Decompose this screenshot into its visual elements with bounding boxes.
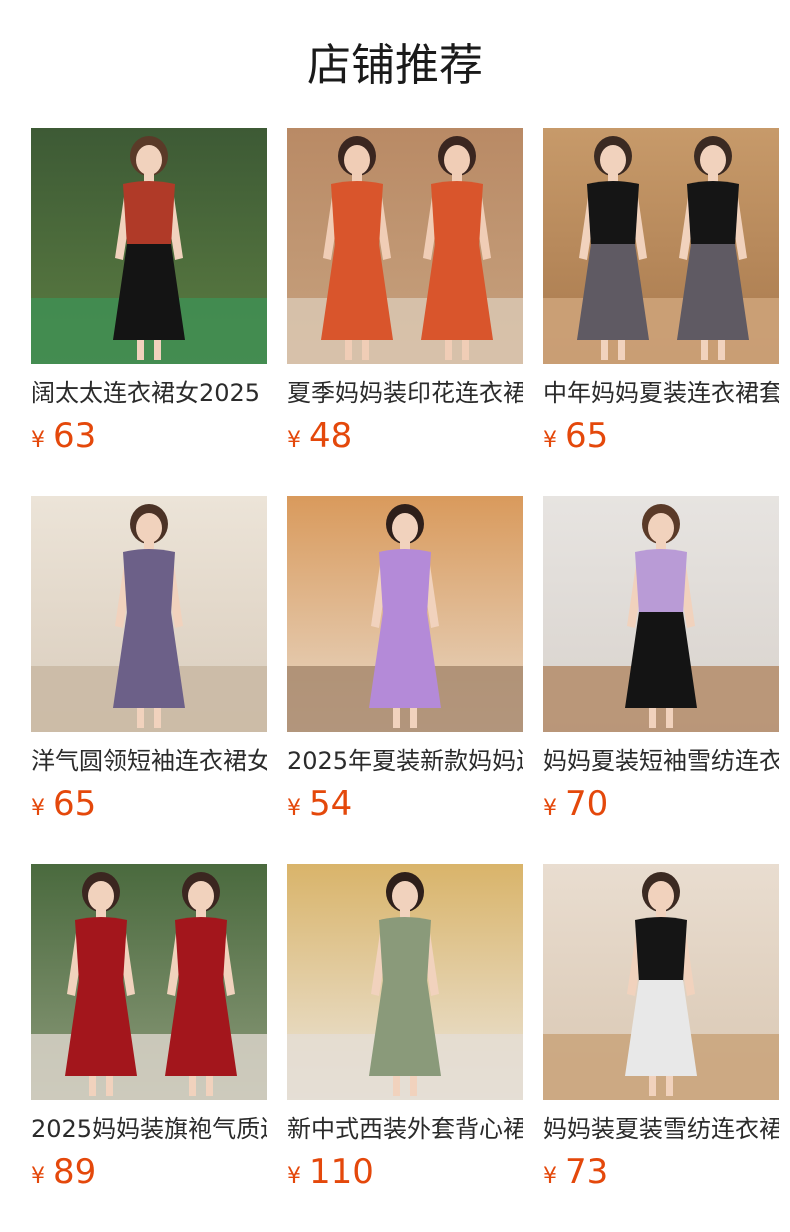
price-amount: 54: [309, 784, 353, 824]
price-amount: 70: [565, 784, 609, 824]
page-title: 店铺推荐: [307, 40, 483, 91]
price-amount: 110: [309, 1152, 374, 1192]
price-amount: 89: [53, 1152, 97, 1192]
price-amount: 65: [53, 784, 97, 824]
product-image[interactable]: [287, 128, 523, 364]
product-photo: [31, 128, 267, 364]
product-image[interactable]: [543, 864, 779, 1100]
product-price: ¥89: [31, 1152, 267, 1192]
currency-symbol: ¥: [287, 428, 301, 453]
product-photo: [543, 128, 779, 364]
currency-symbol: ¥: [287, 1164, 301, 1189]
product-card[interactable]: 中年妈妈夏装连衣裙套装 ¥65: [543, 128, 779, 496]
product-price: ¥65: [543, 416, 779, 456]
product-price: ¥110: [287, 1152, 523, 1192]
product-image[interactable]: [287, 496, 523, 732]
product-card[interactable]: 2025年夏装新款妈妈连衣裙 ¥54: [287, 496, 523, 864]
product-name[interactable]: 妈妈夏装短袖雪纺连衣裙: [543, 745, 779, 777]
product-image[interactable]: [31, 864, 267, 1100]
product-name[interactable]: 2025妈妈装旗袍气质连衣裙: [31, 1113, 267, 1145]
currency-symbol: ¥: [287, 796, 301, 821]
product-image[interactable]: [543, 128, 779, 364]
product-card[interactable]: 妈妈夏装短袖雪纺连衣裙 ¥70: [543, 496, 779, 864]
product-card[interactable]: 洋气圆领短袖连衣裙女 ¥65: [31, 496, 267, 864]
product-card[interactable]: 阔太太连衣裙女2025 ¥63: [31, 128, 267, 496]
product-price: ¥73: [543, 1152, 779, 1192]
product-price: ¥65: [31, 784, 267, 824]
currency-symbol: ¥: [543, 428, 557, 453]
price-amount: 65: [565, 416, 609, 456]
currency-symbol: ¥: [543, 796, 557, 821]
product-name[interactable]: 夏季妈妈装印花连衣裙: [287, 377, 523, 409]
price-amount: 48: [309, 416, 353, 456]
product-grid: 阔太太连衣裙女2025 ¥63 夏季妈妈装印花连衣裙 ¥48 中年妈妈夏装连衣裙套装 ¥6…: [31, 128, 779, 1232]
product-photo: [287, 496, 523, 732]
product-name[interactable]: 妈妈装夏装雪纺连衣裙: [543, 1113, 779, 1145]
currency-symbol: ¥: [31, 1164, 45, 1189]
price-amount: 73: [565, 1152, 609, 1192]
currency-symbol: ¥: [31, 796, 45, 821]
product-photo: [287, 864, 523, 1100]
product-card[interactable]: 夏季妈妈装印花连衣裙 ¥48: [287, 128, 523, 496]
product-card[interactable]: 2025妈妈装旗袍气质连衣裙 ¥89: [31, 864, 267, 1232]
product-name[interactable]: 2025年夏装新款妈妈连衣裙: [287, 745, 523, 777]
product-image[interactable]: [31, 496, 267, 732]
currency-symbol: ¥: [31, 428, 45, 453]
product-name[interactable]: 洋气圆领短袖连衣裙女: [31, 745, 267, 777]
currency-symbol: ¥: [543, 1164, 557, 1189]
product-name[interactable]: 阔太太连衣裙女2025: [31, 377, 267, 409]
product-photo: [31, 496, 267, 732]
product-price: ¥70: [543, 784, 779, 824]
product-photo: [287, 128, 523, 364]
product-image[interactable]: [543, 496, 779, 732]
product-photo: [543, 496, 779, 732]
product-card[interactable]: 妈妈装夏装雪纺连衣裙 ¥73: [543, 864, 779, 1232]
product-image[interactable]: [31, 128, 267, 364]
product-image[interactable]: [287, 864, 523, 1100]
product-name[interactable]: 中年妈妈夏装连衣裙套装: [543, 377, 779, 409]
product-price: ¥63: [31, 416, 267, 456]
product-photo: [543, 864, 779, 1100]
price-amount: 63: [53, 416, 97, 456]
product-price: ¥54: [287, 784, 523, 824]
product-price: ¥48: [287, 416, 523, 456]
product-photo: [31, 864, 267, 1100]
product-card[interactable]: 新中式西装外套背心裙套装 ¥110: [287, 864, 523, 1232]
product-name[interactable]: 新中式西装外套背心裙套装: [287, 1113, 523, 1145]
